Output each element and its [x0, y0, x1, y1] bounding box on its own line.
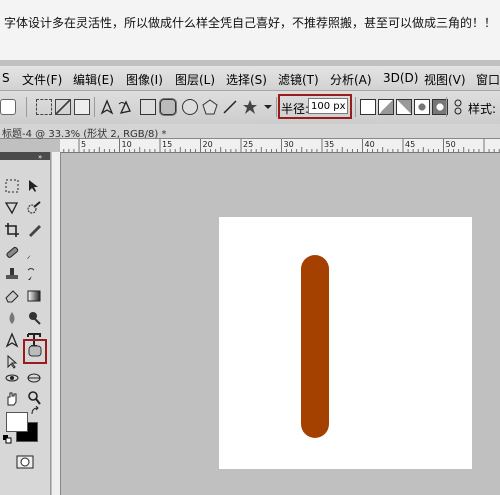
options-separator: [446, 97, 447, 117]
radius-input[interactable]: [308, 98, 348, 114]
document-canvas[interactable]: [219, 217, 472, 469]
rounded-rectangle-shape[interactable]: [301, 255, 329, 438]
path-selection-icon[interactable]: [4, 354, 20, 370]
ruler-label: 35: [324, 140, 334, 149]
swap-colors-icon[interactable]: [30, 406, 40, 416]
options-bar: 半径: 样式:: [0, 91, 500, 125]
style-label: 样式:: [468, 102, 497, 116]
tool-preset-picker[interactable]: [0, 99, 16, 115]
menu-edit[interactable]: 编辑(E): [73, 71, 114, 88]
brush-tool-icon[interactable]: [26, 244, 42, 260]
menu-view[interactable]: 视图(V): [424, 71, 466, 88]
healing-brush-icon[interactable]: [4, 244, 20, 260]
hand-tool-icon[interactable]: [4, 390, 20, 406]
menu-file[interactable]: 文件(F): [22, 71, 62, 88]
app-logo-tail: S: [2, 71, 10, 85]
lasso-tool-icon[interactable]: [4, 200, 20, 216]
svg-text:»: »: [38, 153, 42, 160]
radius-label: 半径:: [281, 102, 310, 116]
ruler-label: 40: [365, 140, 375, 149]
fill-pixels-icon[interactable]: [74, 99, 90, 115]
options-separator: [355, 97, 356, 117]
3d-rotate-icon[interactable]: [4, 370, 20, 386]
link-layer-icon[interactable]: [450, 99, 466, 115]
rounded-rectangle-tool-icon[interactable]: [159, 98, 177, 116]
new-shape-layer-icon[interactable]: [360, 99, 376, 115]
shape-layers-icon[interactable]: [36, 99, 52, 115]
eraser-tool-icon[interactable]: [4, 288, 20, 304]
document-tab-title[interactable]: 标题-4 @ 33.3% (形状 2, RGB/8) *: [2, 125, 166, 140]
ruler-label: 45: [405, 140, 415, 149]
ruler-label: 15: [162, 140, 172, 149]
menu-layer[interactable]: 图层(L): [175, 71, 215, 88]
options-separator: [94, 97, 95, 117]
freeform-pen-icon[interactable]: [118, 99, 134, 115]
menu-bar: S 文件(F) 编辑(E) 图像(I) 图层(L) 选择(S) 滤镜(T) 分析…: [0, 66, 500, 91]
move-tool-icon[interactable]: [26, 178, 42, 194]
document-tab-bar: 标题-4 @ 33.3% (形状 2, RGB/8) *: [0, 124, 500, 140]
default-colors-icon[interactable]: [2, 434, 12, 444]
menu-image[interactable]: 图像(I): [126, 71, 163, 88]
pen-tool-icon[interactable]: [4, 332, 20, 348]
subtract-from-shape-icon[interactable]: [396, 99, 412, 115]
ruler-label: 20: [203, 140, 213, 149]
caption-banner: 字体设计多在灵活性，所以做成什么样全凭自己喜好，不推荐照搬，甚至可以做成三角的！…: [0, 0, 500, 60]
options-separator: [276, 97, 277, 117]
quick-selection-icon[interactable]: [26, 200, 42, 216]
horizontal-ruler: 5 10 15 20 25 30 35 40 45 50: [60, 139, 500, 153]
rounded-rectangle-tool-icon[interactable]: [27, 343, 43, 359]
add-to-shape-icon[interactable]: [378, 99, 394, 115]
menu-3d[interactable]: 3D(D): [383, 71, 418, 85]
menu-analysis[interactable]: 分析(A): [330, 71, 372, 88]
rectangle-tool-icon[interactable]: [140, 99, 156, 115]
clone-stamp-icon[interactable]: [4, 266, 20, 282]
eyedropper-tool-icon[interactable]: [26, 222, 42, 238]
quick-mask-icon[interactable]: [16, 455, 34, 469]
ruler-label: 50: [446, 140, 456, 149]
pen-icon[interactable]: [99, 99, 115, 115]
blur-tool-icon[interactable]: [4, 310, 20, 326]
ruler-label: 10: [122, 140, 132, 149]
3d-camera-icon[interactable]: [26, 370, 42, 386]
polygon-tool-icon[interactable]: [202, 99, 218, 115]
caption-text: 字体设计多在灵活性，所以做成什么样全凭自己喜好，不推荐照搬，甚至可以做成三角的！…: [4, 16, 497, 30]
options-separator: [26, 97, 27, 117]
crop-tool-icon[interactable]: [4, 222, 20, 238]
gradient-tool-icon[interactable]: [26, 288, 42, 304]
menu-select[interactable]: 选择(S): [226, 71, 267, 88]
vertical-ruler: [52, 152, 61, 495]
panel-collapse-icon[interactable]: »: [0, 152, 50, 160]
paths-icon[interactable]: [55, 99, 71, 115]
dodge-tool-icon[interactable]: [26, 310, 42, 326]
zoom-tool-icon[interactable]: [26, 390, 42, 406]
ruler-label: 30: [284, 140, 294, 149]
shape-options-chevron-icon[interactable]: [260, 99, 276, 115]
ellipse-tool-icon[interactable]: [182, 99, 198, 115]
ruler-ticks: 5 10 15 20 25 30 35 40 45 50: [63, 139, 500, 152]
history-brush-icon[interactable]: [26, 266, 42, 282]
custom-shape-icon[interactable]: [242, 99, 258, 115]
intersect-shape-icon[interactable]: [414, 99, 430, 115]
ruler-label: 25: [243, 140, 253, 149]
ruler-label: 5: [81, 140, 86, 149]
line-tool-icon[interactable]: [222, 99, 238, 115]
foreground-color-swatch[interactable]: [6, 412, 28, 432]
tools-panel: »: [0, 152, 51, 495]
marquee-tool-icon[interactable]: [4, 178, 20, 194]
menu-filter[interactable]: 滤镜(T): [278, 71, 319, 88]
menu-window[interactable]: 窗口: [476, 71, 500, 88]
